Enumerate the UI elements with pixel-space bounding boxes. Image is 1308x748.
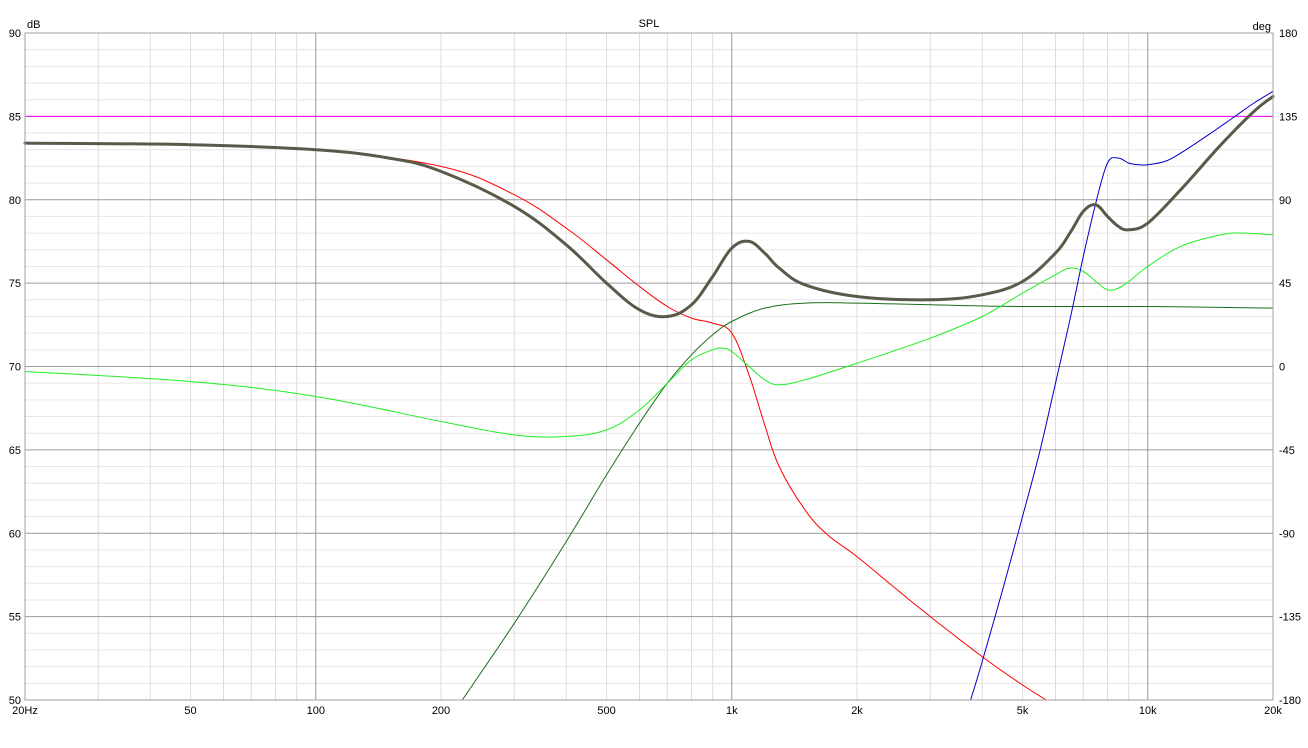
y-left-tick-label: 80	[9, 195, 21, 207]
y-left-tick-label: 65	[9, 445, 21, 457]
y-left-tick-label: 55	[9, 612, 21, 624]
y-axis-left-unit: dB	[27, 19, 40, 31]
y-right-tick-label: -135	[1279, 612, 1301, 624]
y-right-tick-label: 0	[1279, 362, 1285, 374]
y-left-tick-label: 70	[9, 362, 21, 374]
x-tick-label: 50	[184, 705, 196, 717]
x-tick-label: 2k	[851, 705, 863, 717]
x-tick-label: 500	[597, 705, 615, 717]
y-right-tick-label: 180	[1279, 28, 1297, 40]
y-right-tick-label: 90	[1279, 195, 1291, 207]
series-line-5	[23, 94, 1275, 319]
x-tick-label: 100	[307, 705, 325, 717]
y-right-tick-label: -180	[1279, 695, 1301, 707]
spl-chart: SPL dB deg 20Hz 50 100 200 500 1k 2k 5k 10k 20k50…	[9, 18, 1301, 717]
y-right-tick-label: 45	[1279, 278, 1291, 290]
x-tick-label: 200	[432, 705, 450, 717]
y-left-tick-label: 90	[9, 28, 21, 40]
labels: SPL dB deg	[27, 18, 1271, 33]
series-line-2	[461, 302, 1274, 701]
y-right-tick-label: 135	[1279, 111, 1297, 123]
y-left-tick-label: 50	[9, 695, 21, 707]
y-right-tick-label: -90	[1279, 528, 1295, 540]
y-left-tick-label: 75	[9, 278, 21, 290]
y-left-tick-label: 60	[9, 528, 21, 540]
series-line-3	[24, 232, 1274, 438]
y-right-tick-label: -45	[1279, 445, 1295, 457]
x-tick-label: 10k	[1139, 705, 1157, 717]
y-axis-right-unit: deg	[1253, 21, 1271, 33]
y-left-tick-label: 85	[9, 111, 21, 123]
chart-title: SPL	[639, 18, 660, 30]
x-tick-label: 5k	[1017, 705, 1029, 717]
x-tick-label: 1k	[726, 705, 738, 717]
